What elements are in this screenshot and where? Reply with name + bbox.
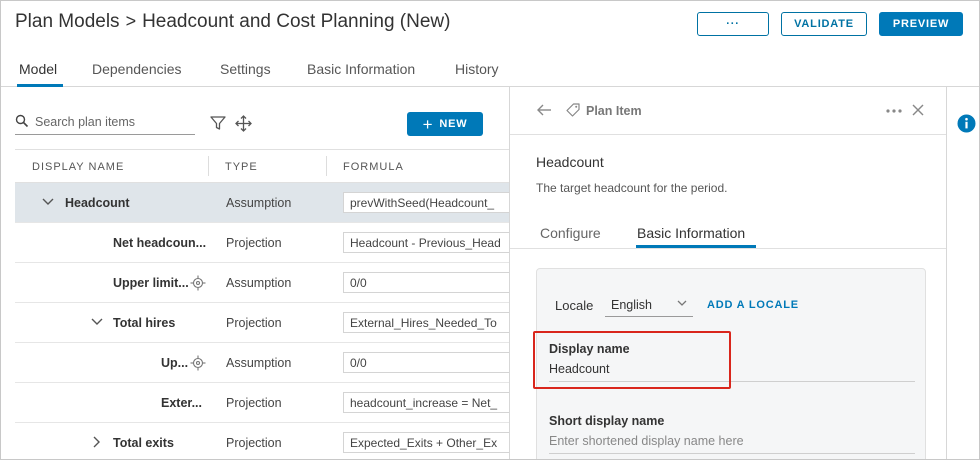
- row-display-name: Net headcoun...: [113, 236, 207, 250]
- column-header-display-name[interactable]: DISPLAY NAME: [32, 161, 124, 173]
- locale-label: Locale: [555, 298, 594, 313]
- plus-icon: +: [422, 114, 434, 134]
- search-icon: [15, 114, 29, 128]
- table-row[interactable]: Headcount Assumption prevWithSeed(Headco…: [15, 183, 509, 223]
- short-display-name-underline: [549, 453, 915, 454]
- grid-header: DISPLAY NAME TYPE FORMULA: [15, 150, 509, 183]
- row-display-name: Up...: [161, 356, 189, 370]
- more-actions-button[interactable]: ···: [697, 12, 769, 36]
- target-icon: [190, 275, 206, 291]
- search-input[interactable]: Search plan items: [15, 111, 195, 135]
- chevron-down-icon: [677, 300, 687, 306]
- row-formula[interactable]: prevWithSeed(Headcount_: [343, 192, 509, 213]
- new-plan-item-button[interactable]: + NEW: [407, 112, 483, 136]
- row-formula[interactable]: 0/0: [343, 272, 509, 293]
- row-formula[interactable]: Headcount - Previous_Head: [343, 232, 509, 253]
- row-type: Projection: [226, 396, 282, 410]
- tab-basic-information-panel[interactable]: Basic Information: [637, 225, 745, 241]
- back-arrow-icon[interactable]: [536, 103, 552, 117]
- divider: [510, 248, 946, 249]
- tab-history[interactable]: History: [455, 61, 499, 77]
- search-placeholder: Search plan items: [35, 115, 136, 129]
- tab-configure[interactable]: Configure: [540, 225, 601, 241]
- highlight-box: [533, 331, 731, 389]
- short-display-name-label: Short display name: [549, 414, 665, 428]
- tab-basic-information[interactable]: Basic Information: [307, 61, 415, 77]
- row-formula[interactable]: headcount_increase = Net_: [343, 392, 509, 413]
- filter-icon[interactable]: [210, 115, 226, 131]
- row-display-name: Exter...: [161, 396, 202, 410]
- column-header-type[interactable]: TYPE: [225, 161, 258, 173]
- main-tabs: Model Dependencies Settings Basic Inform…: [1, 47, 979, 87]
- table-row[interactable]: Total exits Projection Expected_Exits + …: [15, 423, 509, 459]
- row-type: Projection: [226, 236, 282, 250]
- table-row[interactable]: Net headcoun... Projection Headcount - P…: [15, 223, 509, 263]
- table-row[interactable]: Upper limit... Assumption 0/0: [15, 263, 509, 303]
- active-tab-indicator: [17, 84, 63, 87]
- item-description: The target headcount for the period.: [536, 181, 728, 195]
- info-icon[interactable]: [957, 114, 976, 133]
- table-row[interactable]: Exter... Projection headcount_increase =…: [15, 383, 509, 423]
- tab-model[interactable]: Model: [19, 61, 57, 77]
- chevron-down-icon[interactable]: [42, 198, 54, 206]
- plan-items-grid: DISPLAY NAME TYPE FORMULA Headcount Assu…: [15, 149, 509, 459]
- table-row[interactable]: Total hires Projection External_Hires_Ne…: [15, 303, 509, 343]
- preview-button[interactable]: PREVIEW: [879, 12, 963, 36]
- row-formula[interactable]: External_Hires_Needed_To: [343, 312, 509, 333]
- row-display-name: Upper limit...: [113, 276, 189, 290]
- app-window: Plan Models > Headcount and Cost Planning …: [0, 0, 980, 460]
- panel-title: Plan Item: [586, 104, 642, 118]
- locale-select[interactable]: English: [605, 293, 693, 317]
- locale-selected-value: English: [611, 298, 652, 312]
- row-type: Projection: [226, 316, 282, 330]
- page-title: Headcount and Cost Planning (New): [142, 11, 451, 32]
- item-name: Headcount: [536, 154, 604, 170]
- panel-header: Plan Item: [510, 87, 946, 135]
- new-button-label: NEW: [439, 118, 468, 130]
- table-row[interactable]: Up... Assumption 0/0: [15, 343, 509, 383]
- breadcrumb: Plan Models > Headcount and Cost Planning …: [15, 11, 450, 33]
- more-options-icon[interactable]: [886, 109, 902, 113]
- row-display-name: Total exits: [113, 436, 174, 450]
- short-display-name-field[interactable]: Enter shortened display name here: [549, 434, 744, 448]
- breadcrumb-plan-models[interactable]: Plan Models: [15, 11, 120, 32]
- row-type: Assumption: [226, 356, 292, 370]
- plan-item-panel: Plan Item Headcount The target headcount…: [509, 87, 947, 459]
- tab-dependencies[interactable]: Dependencies: [92, 61, 182, 77]
- row-formula[interactable]: 0/0: [343, 352, 509, 373]
- row-display-name: Headcount: [65, 196, 130, 210]
- target-icon: [190, 355, 206, 371]
- row-type: Projection: [226, 436, 282, 450]
- tag-icon: [566, 103, 580, 117]
- chevron-right-icon[interactable]: [93, 436, 101, 448]
- close-icon[interactable]: [911, 103, 925, 117]
- move-icon[interactable]: [235, 115, 252, 132]
- column-header-formula[interactable]: FORMULA: [343, 161, 404, 173]
- add-locale-button[interactable]: ADD A LOCALE: [707, 299, 799, 311]
- row-type: Assumption: [226, 276, 292, 290]
- column-divider[interactable]: [208, 156, 209, 176]
- column-divider[interactable]: [326, 156, 327, 176]
- tab-settings[interactable]: Settings: [220, 61, 271, 77]
- breadcrumb-separator: >: [125, 11, 137, 31]
- row-display-name: Total hires: [113, 316, 176, 330]
- header: Plan Models > Headcount and Cost Planning …: [1, 1, 979, 47]
- row-type: Assumption: [226, 196, 292, 210]
- chevron-down-icon[interactable]: [91, 318, 103, 326]
- row-formula[interactable]: Expected_Exits + Other_Ex: [343, 432, 509, 453]
- validate-button[interactable]: VALIDATE: [781, 12, 867, 36]
